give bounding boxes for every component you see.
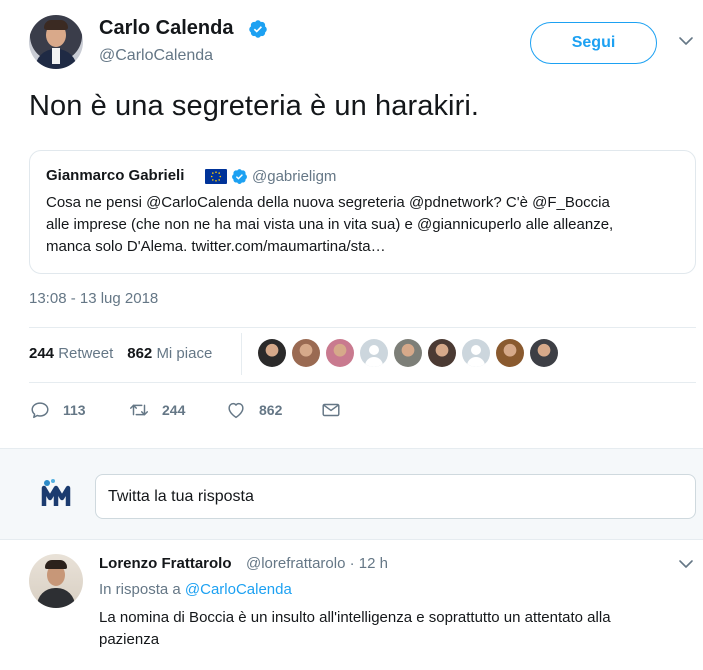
reply-input[interactable]: Twitta la tua risposta	[95, 474, 696, 519]
like-button[interactable]: 862	[225, 399, 320, 421]
liker-avatar-6[interactable]	[428, 339, 456, 367]
quoted-text-line: Cosa ne pensi @CarloCalenda della nuova …	[46, 194, 610, 211]
author-handle[interactable]: @CarloCalenda	[99, 47, 213, 65]
divider	[29, 327, 696, 328]
retweet-button[interactable]: 244	[128, 399, 225, 421]
retweet-icon	[130, 404, 148, 416]
reply-button[interactable]: 113	[29, 399, 128, 421]
liker-avatar-5[interactable]	[394, 339, 422, 367]
liker-avatar-3[interactable]	[326, 339, 354, 367]
liker-avatars	[258, 339, 564, 369]
reply-text-line: pazienza	[99, 631, 160, 648]
reply-meta[interactable]: @lorefrattarolo · 12 h	[246, 555, 388, 572]
reply-author-avatar[interactable]	[29, 554, 83, 608]
retweet-stat[interactable]: 244 Retweet	[29, 345, 113, 362]
follow-button[interactable]: Segui	[530, 22, 657, 64]
quoted-tweet[interactable]: Gianmarco Gabrieli @gabrieligm Cosa ne p…	[29, 150, 696, 274]
engagement-stats: 244 Retweet 862 Mi piace	[29, 345, 212, 362]
in-reply-to: In risposta a @CarloCalenda	[99, 581, 292, 598]
chevron-down-icon[interactable]	[678, 33, 694, 49]
liker-avatar-7[interactable]	[462, 339, 490, 367]
author-name[interactable]: Carlo Calenda	[99, 17, 233, 40]
tweet-actions: 113 244 862	[29, 398, 354, 422]
quoted-author-handle: @gabrieligm	[252, 168, 337, 185]
divider	[241, 333, 242, 375]
reply-text: La nomina di Boccia è un insulto all'int…	[99, 607, 689, 651]
quoted-tweet-text: Cosa ne pensi @CarloCalenda della nuova …	[46, 192, 686, 258]
chevron-down-icon[interactable]	[678, 556, 694, 572]
in-reply-to-link[interactable]: @CarloCalenda	[185, 581, 292, 598]
main-tweet: Carlo Calenda @CarloCalenda Segui Non è …	[0, 0, 703, 448]
retweet-count: 244	[162, 402, 186, 418]
divider	[29, 382, 696, 383]
liker-avatar-4[interactable]	[360, 339, 388, 367]
like-count: 862	[259, 402, 283, 418]
liker-avatar-2[interactable]	[292, 339, 320, 367]
verified-badge-icon	[232, 169, 247, 184]
heart-icon	[228, 402, 244, 419]
reply-icon	[31, 402, 49, 419]
envelope-icon	[322, 403, 340, 417]
reply-text-line: La nomina di Boccia è un insulto all'int…	[99, 609, 611, 626]
verified-badge-icon	[249, 20, 267, 38]
direct-message-button[interactable]	[320, 399, 354, 421]
quoted-author-name: Gianmarco Gabrieli	[46, 167, 185, 184]
tweet-text: Non è una segreteria è un harakiri.	[29, 90, 480, 122]
liker-avatar-1[interactable]	[258, 339, 286, 367]
author-avatar[interactable]	[29, 15, 83, 69]
liker-avatar-9[interactable]	[530, 339, 558, 367]
liker-avatar-8[interactable]	[496, 339, 524, 367]
tweet-timestamp[interactable]: 13:08 - 13 lug 2018	[29, 290, 158, 307]
reply-count: 113	[63, 402, 86, 418]
eu-flag-icon	[205, 169, 227, 184]
reply-author-name[interactable]: Lorenzo Frattarolo	[99, 555, 232, 572]
user-avatar[interactable]	[40, 478, 74, 512]
like-stat[interactable]: 862 Mi piace	[127, 345, 212, 362]
quoted-text-line: manca solo D'Alema. twitter.com/maumarti…	[46, 238, 386, 255]
quoted-text-line: alle imprese (che non ne ha mai vista un…	[46, 216, 614, 233]
